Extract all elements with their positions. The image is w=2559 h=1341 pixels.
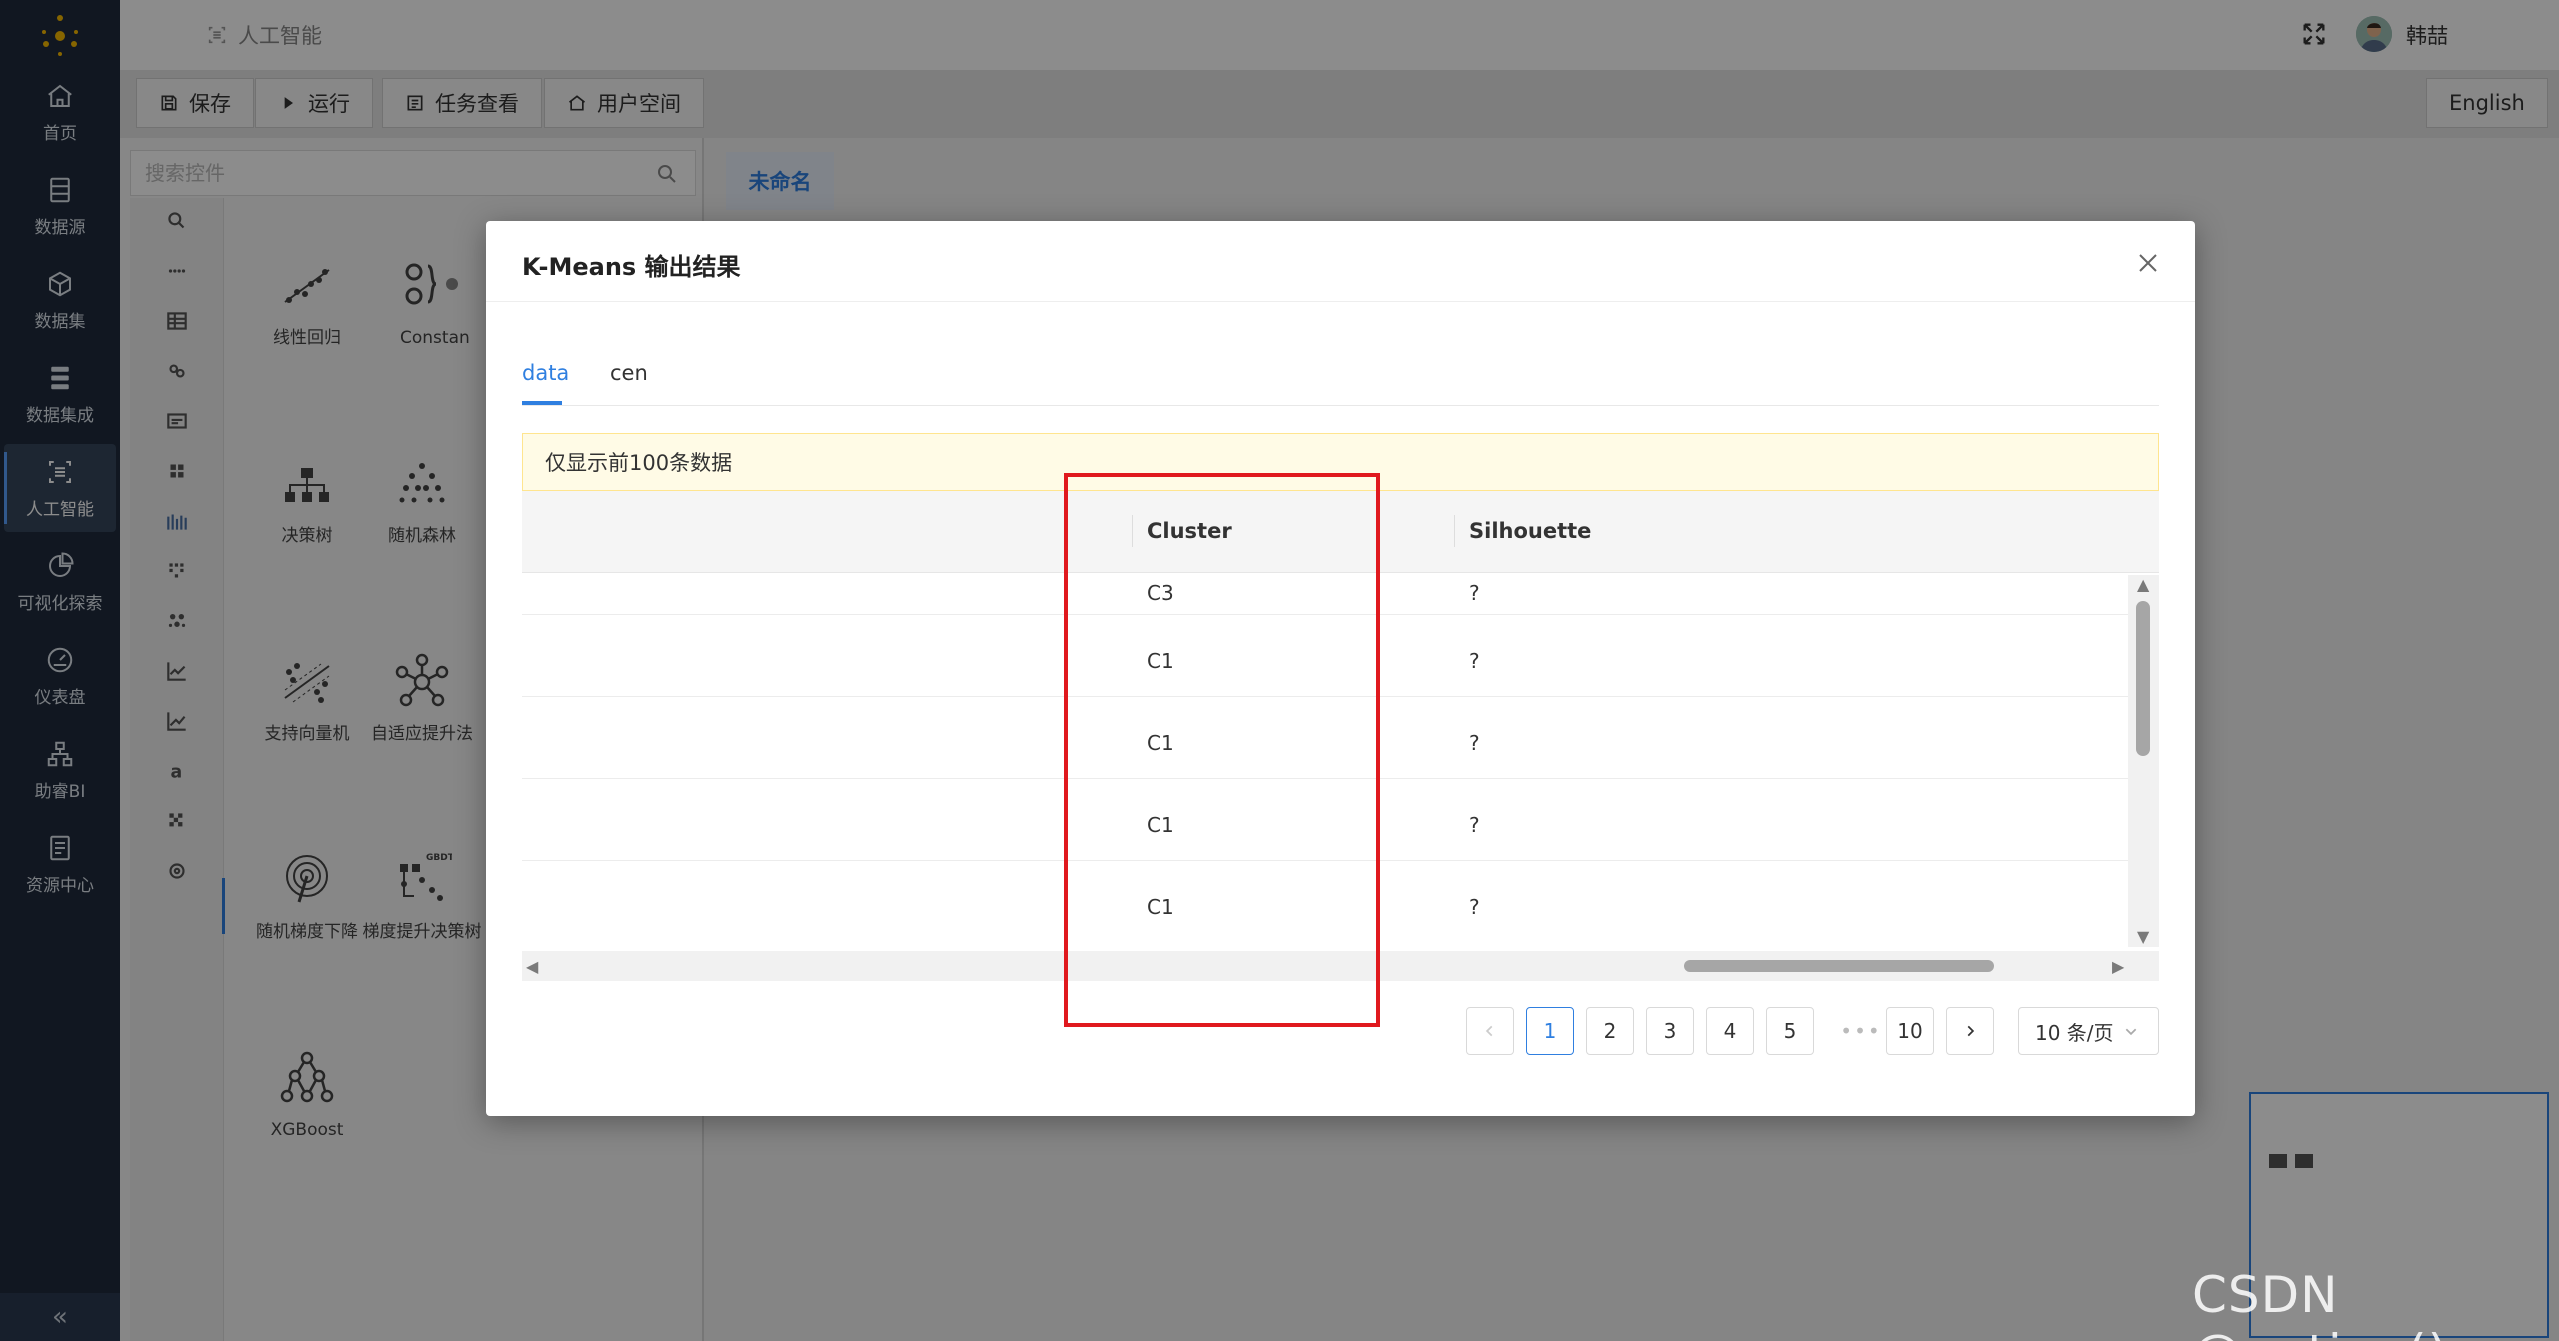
cell-silhouette: ? (1469, 581, 1480, 605)
page-size-value: 10 条/页 (2035, 1020, 2114, 1045)
tab-data[interactable]: data (522, 361, 569, 385)
pagination-page-last[interactable]: 10 (1886, 1007, 1934, 1055)
watermark: CSDN @potion() (2192, 1266, 2447, 1341)
dialog-title: K-Means 输出结果 (522, 253, 741, 281)
chevron-left-icon (1483, 1024, 1497, 1038)
horizontal-scroll-thumb[interactable] (1684, 960, 1994, 972)
tab-cen[interactable]: cen (610, 361, 648, 385)
pagination-prev-button[interactable] (1466, 1007, 1514, 1055)
divider (486, 301, 2195, 302)
cell-silhouette: ? (1469, 895, 1480, 919)
scroll-up-icon[interactable]: ▲ (2137, 575, 2149, 594)
kmeans-result-dialog: K-Means 输出结果 data cen 仅显示前100条数据 Cluster… (486, 221, 2195, 1116)
pagination-ellipsis[interactable]: ••• (1837, 1007, 1885, 1055)
cell-silhouette: ? (1469, 649, 1480, 673)
pagination-next-button[interactable] (1946, 1007, 1994, 1055)
divider (522, 405, 2159, 406)
chevron-right-icon (1963, 1024, 1977, 1038)
scroll-right-icon[interactable]: ▶ (2112, 957, 2124, 976)
vertical-scroll-thumb[interactable] (2136, 601, 2150, 756)
close-icon[interactable] (2136, 251, 2160, 275)
scroll-left-icon[interactable]: ◀ (526, 957, 538, 976)
page-size-select[interactable]: 10 条/页 (2018, 1007, 2159, 1055)
pagination-page-3[interactable]: 3 (1646, 1007, 1694, 1055)
vertical-scrollbar[interactable]: ▲ ▼ (2128, 575, 2159, 947)
pagination-page-4[interactable]: 4 (1706, 1007, 1754, 1055)
cell-silhouette: ? (1469, 731, 1480, 755)
notice-text: 仅显示前100条数据 (545, 451, 733, 475)
cell-silhouette: ? (1469, 813, 1480, 837)
scroll-down-icon[interactable]: ▼ (2137, 927, 2149, 946)
highlight-box (1064, 473, 1380, 1027)
pagination-page-2[interactable]: 2 (1586, 1007, 1634, 1055)
pagination-page-1[interactable]: 1 (1526, 1007, 1574, 1055)
chevron-down-icon (2124, 1024, 2138, 1038)
pagination-page-5[interactable]: 5 (1766, 1007, 1814, 1055)
